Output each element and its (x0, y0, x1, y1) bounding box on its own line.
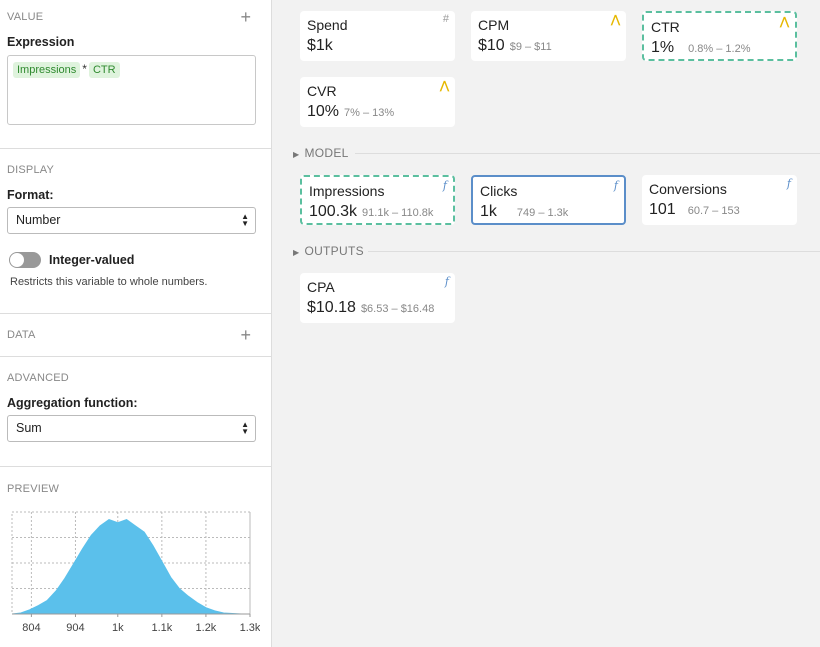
preview-section: PREVIEW 804 904 1k 1.1k 1.2k 1.3k (0, 467, 271, 647)
preview-section-title: PREVIEW (7, 483, 60, 495)
model-group-label: MODEL (304, 146, 349, 160)
toggle-knob (10, 253, 24, 267)
card-conversions[interactable]: Conversions 101 60.7 – 153 f (642, 175, 797, 225)
advanced-section: ADVANCED Aggregation function: Sum ▲ ▼ (0, 357, 271, 467)
function-icon: f (613, 179, 618, 192)
integer-valued-hint: Restricts this variable to whole numbers… (10, 276, 208, 288)
select-arrows-icon: ▲ ▼ (241, 420, 249, 436)
card-ctr[interactable]: CTR 1% 0.8% – 1.2% ⋀ (642, 11, 797, 61)
outputs-group-toggle[interactable]: ▶ OUTPUTS (293, 244, 364, 258)
chart-x-tick-label: 1.1k (151, 622, 172, 634)
card-name: Spend (307, 17, 348, 33)
add-value-button[interactable]: + (240, 8, 251, 26)
distribution-icon: ⋀ (439, 80, 449, 92)
value-section-title: VALUE (7, 11, 44, 23)
card-value: 100.3k (309, 203, 358, 220)
function-icon: f (442, 179, 447, 192)
card-range: 60.7 – 153 (687, 205, 740, 217)
hash-icon: # (442, 13, 449, 25)
outputs-group-label: OUTPUTS (304, 244, 364, 258)
integer-valued-toggle[interactable] (9, 252, 41, 268)
expression-editor[interactable]: Impressions * CTR (7, 55, 256, 125)
card-name: Clicks (480, 183, 518, 199)
card-name: Conversions (649, 181, 727, 197)
card-name: CPM (478, 17, 510, 33)
expression-token-impressions[interactable]: Impressions (13, 62, 81, 78)
display-section: DISPLAY Format: Number ▲ ▼ Integer-valued… (0, 149, 271, 314)
expression-token-ctr[interactable]: CTR (88, 62, 120, 78)
chart-x-tick-label: 1k (112, 622, 124, 634)
card-value: 1% (651, 39, 675, 56)
card-value: 10% (307, 103, 340, 120)
card-impressions[interactable]: Impressions 100.3k 91.1k – 110.8k f (300, 175, 455, 225)
function-icon: f (444, 275, 449, 288)
card-value: $1k (307, 37, 333, 54)
expression-label: Expression (7, 35, 75, 49)
sidebar: VALUE + Expression Impressions * CTR DISPL… (0, 0, 272, 647)
format-select-value: Number (16, 213, 61, 227)
card-spend[interactable]: Spend $1k # (300, 11, 455, 61)
card-cpm[interactable]: CPM $10 $9 – $11 ⋀ (471, 11, 626, 61)
model-group-divider (355, 153, 820, 154)
canvas: Spend $1k # CPM $10 $9 – $11 ⋀ CTR 1% 0.8%… (273, 0, 820, 647)
format-select[interactable]: Number ▲ ▼ (7, 207, 256, 234)
card-value: $10 (478, 37, 505, 54)
value-section: VALUE + Expression Impressions * CTR (0, 0, 271, 149)
expression-operator: * (82, 62, 87, 76)
advanced-section-title: ADVANCED (7, 372, 69, 384)
card-value: 101 (649, 201, 676, 218)
select-arrows-icon: ▲ ▼ (241, 212, 249, 228)
integer-valued-label: Integer-valued (49, 253, 135, 267)
card-name: Impressions (309, 183, 385, 199)
function-icon: f (786, 177, 791, 190)
distribution-icon: ⋀ (779, 16, 789, 28)
card-cpa[interactable]: CPA $10.18 $6.53 – $16.48 f (300, 273, 455, 323)
expand-triangle-icon: ▶ (293, 150, 300, 159)
card-range: $6.53 – $16.48 (360, 303, 435, 315)
model-group-toggle[interactable]: ▶ MODEL (293, 146, 349, 160)
card-range: 7% – 13% (344, 107, 395, 119)
card-range: 91.1k – 110.8k (362, 207, 434, 219)
card-cvr[interactable]: CVR 10% 7% – 13% ⋀ (300, 77, 455, 127)
card-clicks[interactable]: Clicks 1k 749 – 1.3k f (471, 175, 626, 225)
card-range: $9 – $11 (509, 41, 552, 53)
aggregation-select[interactable]: Sum ▲ ▼ (7, 415, 256, 442)
data-section: DATA + (0, 314, 271, 357)
chart-x-tick-label: 904 (66, 622, 84, 634)
card-name: CTR (651, 19, 680, 35)
format-label: Format: (7, 188, 54, 202)
card-range: 749 – 1.3k (516, 207, 569, 219)
card-value: 1k (480, 203, 497, 220)
expand-triangle-icon: ▶ (293, 248, 300, 257)
aggregation-select-value: Sum (16, 421, 42, 435)
card-name: CVR (307, 83, 337, 99)
card-range: 0.8% – 1.2% (688, 43, 751, 55)
card-name: CPA (307, 279, 335, 295)
add-data-button[interactable]: + (240, 326, 251, 344)
chart-x-tick-label: 1.3k (240, 622, 260, 634)
chart-x-tick-label: 1.2k (196, 622, 217, 634)
data-section-title: DATA (7, 329, 36, 341)
outputs-group-divider (368, 251, 820, 252)
display-section-title: DISPLAY (7, 164, 55, 176)
card-value: $10.18 (307, 299, 356, 316)
aggregation-label: Aggregation function: (7, 396, 138, 410)
chart-x-tick-label: 804 (22, 622, 40, 634)
preview-histogram-chart: 804 904 1k 1.1k 1.2k 1.3k (11, 511, 260, 634)
distribution-icon: ⋀ (610, 14, 620, 26)
chart-area-series (11, 519, 250, 615)
